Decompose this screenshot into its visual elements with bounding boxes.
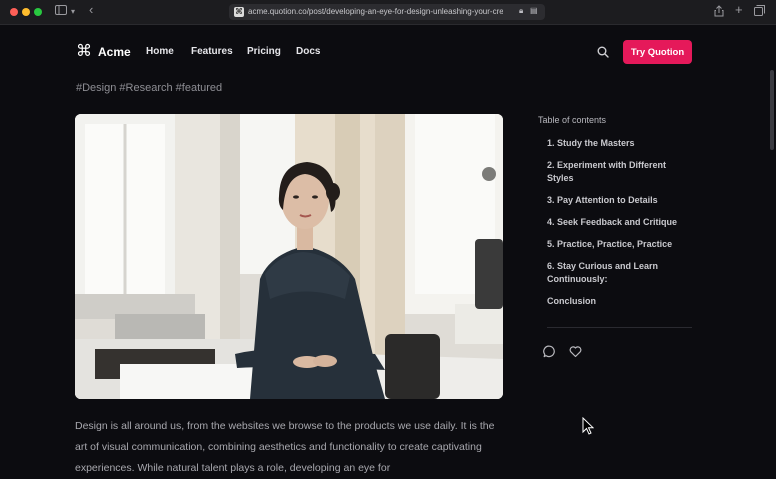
article-body: Design is all around us, from the websit…: [75, 420, 495, 474]
post-tags[interactable]: #Design #Research #featured: [76, 82, 222, 94]
toc-list: 1. Study the Masters 2. Experiment with …: [547, 137, 697, 308]
search-icon[interactable]: [597, 46, 609, 58]
try-quotion-button[interactable]: Try Quotion: [623, 40, 692, 64]
address-bar[interactable]: ⌘ acme.quotion.co/post/developing-an-eye…: [229, 4, 545, 20]
toc-divider: [547, 327, 692, 328]
minimize-window-button[interactable]: [22, 8, 30, 16]
close-window-button[interactable]: [10, 8, 18, 16]
toc-title: Table of contents: [538, 115, 607, 125]
toc-item[interactable]: Conclusion: [547, 295, 697, 308]
maximize-window-button[interactable]: [34, 8, 42, 16]
toc-item[interactable]: 6. Stay Curious and Learn Continuously:: [547, 260, 677, 286]
new-tab-icon[interactable]: +: [735, 3, 743, 17]
mouse-pointer-icon: [582, 417, 594, 435]
nav-link-docs[interactable]: Docs: [296, 46, 320, 57]
nav-link-features[interactable]: Features: [191, 46, 233, 57]
post-hero-image: [75, 114, 503, 399]
chevron-down-icon[interactable]: ▾: [71, 5, 75, 19]
brand-name: Acme: [98, 45, 131, 59]
back-icon[interactable]: ‹: [89, 3, 93, 17]
tab-overview-icon[interactable]: [754, 5, 765, 20]
toc-item[interactable]: 4. Seek Feedback and Critique: [547, 216, 697, 229]
lock-icon: 🔒︎: [519, 6, 524, 15]
comment-icon[interactable]: [543, 345, 556, 358]
nav-link-home[interactable]: Home: [146, 46, 174, 57]
toc-item[interactable]: 1. Study the Masters: [547, 137, 697, 150]
toc-item[interactable]: 2. Experiment with Different Styles: [547, 159, 677, 185]
share-icon[interactable]: [714, 5, 724, 21]
sidebar-toggle-icon[interactable]: [55, 5, 67, 19]
reader-icon[interactable]: ▤: [530, 6, 538, 15]
site-favicon-icon: ⌘: [234, 7, 244, 17]
url-text[interactable]: acme.quotion.co/post/developing-an-eye-f…: [248, 6, 503, 18]
browser-toolbar: ▾ ‹ ⌘ acme.quotion.co/post/developing-an…: [0, 0, 776, 25]
command-logo-icon: ⌘: [76, 43, 92, 60]
brand-logo[interactable]: ⌘ Acme: [76, 43, 131, 61]
page-scrollbar[interactable]: [770, 70, 774, 150]
nav-link-pricing[interactable]: Pricing: [247, 46, 281, 57]
toc-item[interactable]: 3. Pay Attention to Details: [547, 194, 697, 207]
heart-icon[interactable]: [569, 345, 582, 358]
toc-item[interactable]: 5. Practice, Practice, Practice: [547, 238, 697, 251]
